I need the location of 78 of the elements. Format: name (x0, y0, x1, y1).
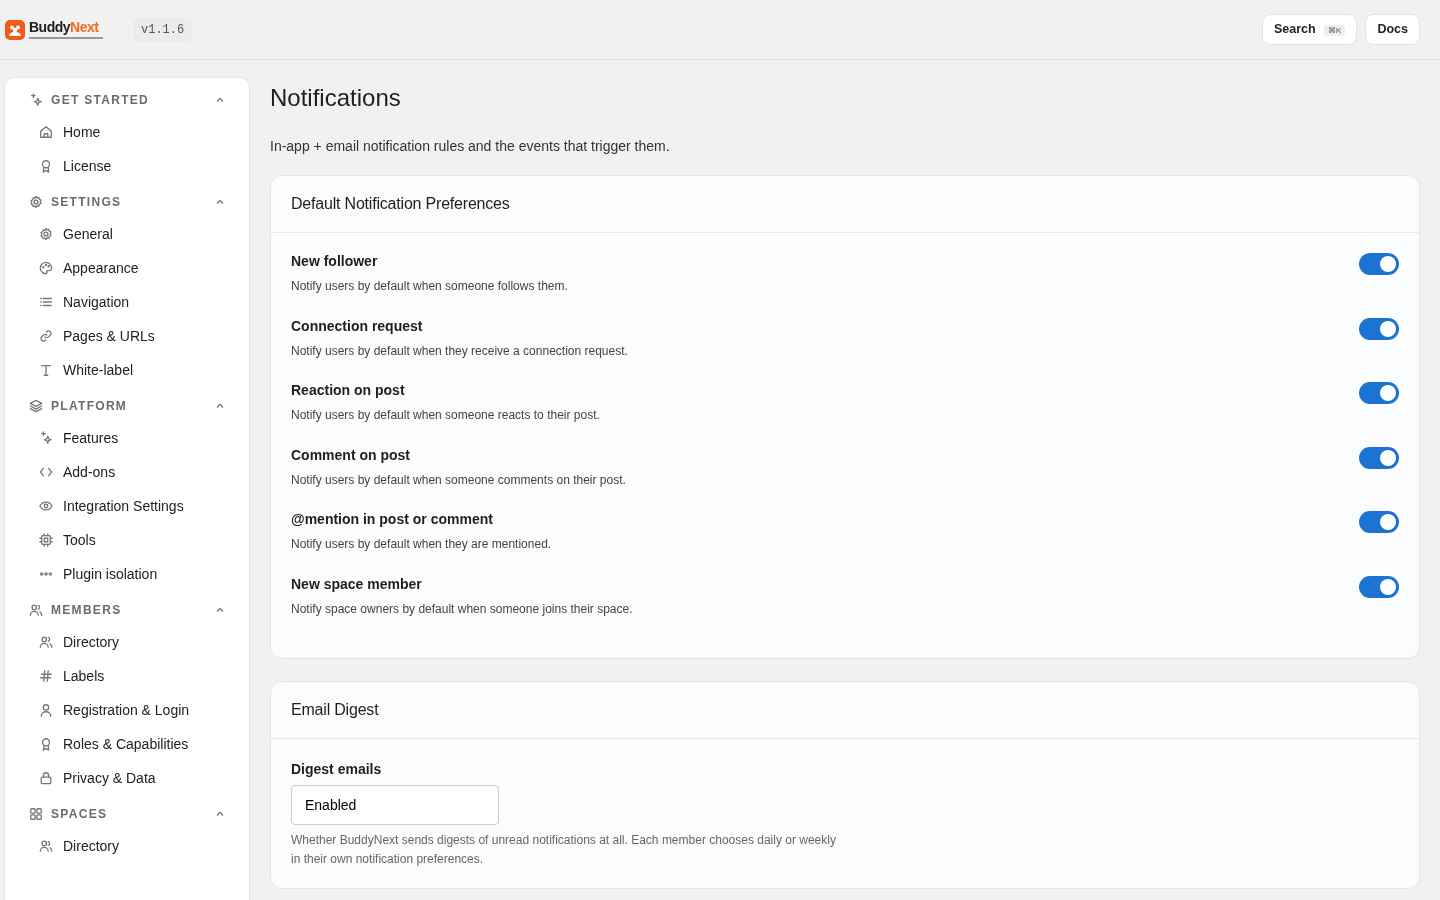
sidebar-item[interactable]: General (29, 217, 225, 252)
toggle-switch[interactable] (1359, 382, 1399, 405)
sidebar-item[interactable]: Home (29, 115, 225, 150)
section-title: GET STARTED (51, 92, 151, 110)
section-header[interactable]: SPACES (29, 799, 225, 830)
setting-description: Notify users by default when they receive a connection request. (291, 342, 628, 360)
card-title: Email Digest (271, 682, 1419, 740)
sidebar-item[interactable]: Integration Settings (29, 489, 225, 524)
sidebar-item[interactable]: Directory (29, 625, 225, 660)
setting-description: Notify users by default when someone follows them. (291, 278, 568, 296)
section-header[interactable]: MEMBERS (29, 595, 225, 626)
page-subtitle: In-app + email notification rules and the events that trigger them. (270, 137, 671, 157)
setting-description: Notify space owners by default when someone joins their space. (291, 600, 633, 618)
docs-button[interactable]: Docs (1365, 14, 1420, 46)
hash-icon (39, 669, 53, 684)
setting-label: Connection request (291, 316, 424, 336)
setting-label: @mention in post or comment (291, 510, 494, 530)
field-label: Digest emails (291, 760, 383, 780)
grid-icon (29, 807, 43, 822)
palette-icon (39, 261, 53, 276)
select-field[interactable]: Enabled (291, 785, 499, 826)
sidebar-item[interactable]: Roles & Capabilities (29, 727, 225, 762)
award-icon (39, 159, 53, 174)
sparkle-icon (29, 93, 43, 108)
search-button[interactable]: Search ⌘K (1261, 14, 1358, 46)
setting-label: New space member (291, 574, 423, 594)
sidebar-item[interactable]: Pages & URLs (29, 319, 225, 354)
brand-name: BuddyNext (29, 20, 100, 35)
section-title: PLATFORM (51, 398, 129, 416)
setting-description: Notify users by default when someone reacts to their post. (291, 407, 600, 425)
page-title: Notifications (270, 84, 402, 114)
setting-label: New follower (291, 252, 379, 272)
help-text: Whether BuddyNext sends digests of unread notifications at all. Each member chooses daily or weekly in their own notification preferences. (291, 832, 836, 868)
sidebar-item[interactable]: Registration & Login (29, 693, 225, 728)
users-icon (39, 635, 53, 650)
award-icon (39, 737, 53, 752)
sidebar-item[interactable]: Appearance (29, 251, 225, 286)
shortcut-hint: ⌘K (1323, 25, 1346, 37)
users-icon (39, 839, 53, 854)
logo-icon (5, 19, 25, 40)
link-icon (39, 329, 53, 344)
toggle-switch[interactable] (1359, 317, 1399, 340)
sidebar-item[interactable]: Directory (29, 829, 225, 864)
sidebar-item[interactable]: Add-ons (29, 455, 225, 490)
setting-label: Comment on post (291, 445, 411, 465)
settings-icon (39, 227, 53, 242)
toggle-switch[interactable] (1359, 253, 1399, 276)
setting-description: Notify users by default when they are mentioned. (291, 536, 552, 554)
sidebar-item[interactable]: Plugin isolation (29, 557, 225, 592)
section-header[interactable]: SETTINGS (29, 187, 225, 218)
sidebar-item[interactable]: License (29, 149, 225, 184)
card-title: Default Notification Preferences (271, 176, 1419, 234)
user-icon (39, 703, 53, 718)
section-header[interactable]: PLATFORM (29, 391, 225, 422)
section-title: SPACES (51, 806, 109, 824)
sidebar-item[interactable]: Labels (29, 659, 225, 694)
setting-description: Notify users by default when someone comments on their post. (291, 471, 626, 489)
sidebar-item[interactable]: Privacy & Data (29, 761, 225, 796)
sparkle-icon (39, 431, 53, 446)
text-icon (39, 363, 53, 378)
section-header[interactable]: GET STARTED (29, 85, 225, 116)
sidebar-item[interactable]: Features (29, 421, 225, 456)
toggle-switch[interactable] (1359, 446, 1399, 469)
version-badge: v1.1.6 (133, 17, 193, 42)
home-icon (39, 125, 53, 140)
section-title: SETTINGS (51, 194, 123, 212)
sidebar-item[interactable]: Navigation (29, 285, 225, 320)
toggle-switch[interactable] (1359, 575, 1399, 598)
lock-icon (39, 771, 53, 786)
sidebar-item[interactable]: Tools (29, 523, 225, 558)
layers-icon (29, 399, 43, 414)
section-title: MEMBERS (51, 602, 123, 620)
sidebar-item[interactable]: White-label (29, 353, 225, 388)
chip-icon (39, 533, 53, 548)
settings-icon (29, 195, 43, 210)
users-icon (29, 603, 43, 618)
toggle-switch[interactable] (1359, 511, 1399, 534)
setting-label: Reaction on post (291, 381, 406, 401)
